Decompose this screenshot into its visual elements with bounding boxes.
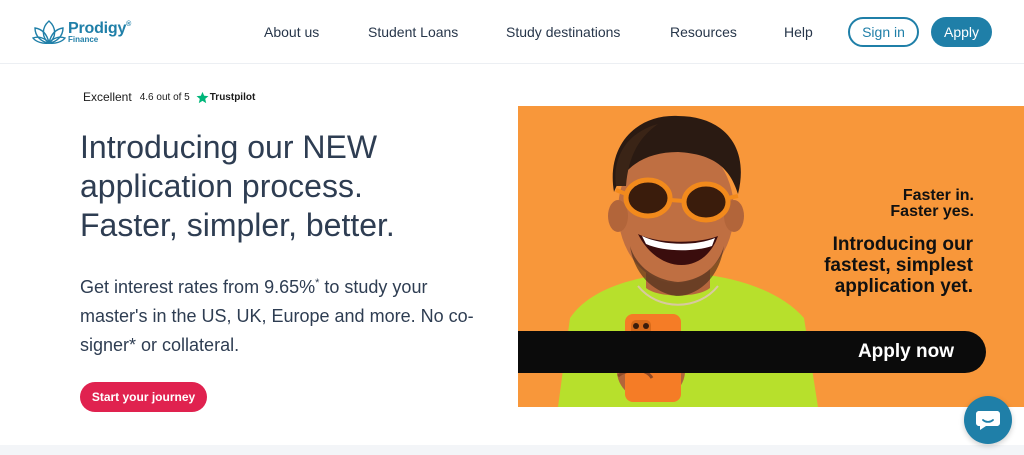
banner-tagline: Faster in. Faster yes. xyxy=(890,187,974,220)
nav-about-us[interactable]: About us xyxy=(264,24,319,40)
sign-in-button[interactable]: Sign in xyxy=(848,17,919,47)
banner-message: Introducing our fastest, simplest applic… xyxy=(824,234,973,297)
interest-rate: 9.65% xyxy=(264,277,316,297)
nav-help[interactable]: Help xyxy=(784,24,813,40)
site-header: Prodigy® Finance About us Student Loans … xyxy=(0,0,1024,64)
headline-line-1: Introducing our NEW xyxy=(80,129,378,165)
nav-student-loans[interactable]: Student Loans xyxy=(368,24,458,40)
trustpilot-widget[interactable]: Excellent 4.6 out of 5 Trustpilot xyxy=(83,90,255,104)
trust-score: 4.6 out of 5 xyxy=(139,91,190,103)
promo-banner[interactable]: Faster in. Faster yes. Introducing our f… xyxy=(518,106,1024,407)
headline-line-3: Faster, simpler, better. xyxy=(80,207,395,243)
chat-widget-button[interactable] xyxy=(964,396,1012,444)
nav-study-destinations[interactable]: Study destinations xyxy=(506,24,620,40)
hero-subtext: Get interest rates from 9.65%* to study … xyxy=(80,277,474,355)
banner-apply-now[interactable]: Apply now xyxy=(858,341,954,363)
trustpilot-star-icon xyxy=(196,91,209,103)
section-divider xyxy=(0,445,1024,455)
chat-bubble-icon xyxy=(976,411,1000,430)
trustpilot-brand: Trustpilot xyxy=(209,91,256,103)
hero-headline: Introducing our NEW application process.… xyxy=(80,128,500,245)
nav-resources[interactable]: Resources xyxy=(670,24,737,40)
start-journey-button[interactable]: Start your journey xyxy=(80,382,207,412)
trust-rating-label: Excellent xyxy=(83,90,132,104)
headline-line-2: application process. xyxy=(80,168,363,204)
apply-button[interactable]: Apply xyxy=(931,17,992,47)
